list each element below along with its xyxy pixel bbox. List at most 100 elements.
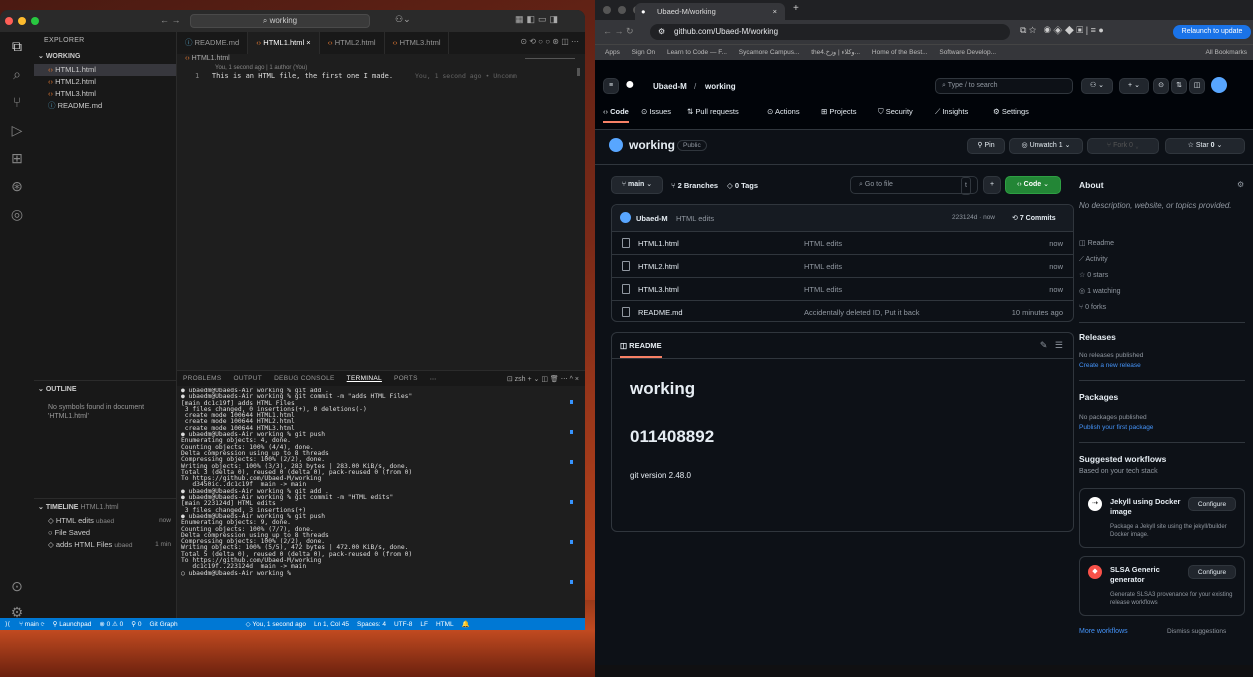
nav-arrows-icon[interactable]: ← → — [160, 15, 181, 25]
extension-icons[interactable]: ⧉ ☆ ◉ ◈ ◆ ▣ | ≡ ● — [1020, 25, 1104, 36]
stars-link[interactable]: ☆ 0 stars — [1079, 268, 1121, 284]
bookmark[interactable]: Learn to Code — F... — [667, 49, 727, 56]
timeline-item[interactable]: ○ File Saved — [34, 527, 177, 539]
tab-html1[interactable]: ‹› HTML1.html × — [248, 32, 320, 54]
launchpad-button[interactable]: ⚲ Launchpad — [49, 620, 96, 628]
inbox-icon[interactable]: ◫ — [1189, 78, 1205, 94]
close-icon[interactable]: × — [773, 3, 777, 20]
files-icon[interactable]: ⧉ — [0, 32, 34, 60]
tab-projects[interactable]: ⊞ Projects — [821, 107, 856, 116]
readme-link[interactable]: ◫ Readme — [1079, 236, 1121, 252]
encoding[interactable]: UTF-8 — [390, 621, 416, 628]
bookmark[interactable]: Sycamore Campus... — [739, 49, 800, 56]
terminal-actions[interactable]: ⊡ zsh + ⌄ ◫ 🗑 ⋯ ^ × — [507, 375, 579, 383]
add-file-button[interactable]: + — [983, 176, 1001, 194]
outline-header[interactable]: ⌄ OUTLINE — [34, 383, 177, 397]
pin-button[interactable]: ⚲ Pin — [967, 138, 1005, 154]
commits-link[interactable]: ⟲ 7 Commits — [1012, 214, 1056, 222]
command-center-search[interactable]: ⌕ working — [190, 14, 370, 28]
blame-status[interactable]: ◇ You, 1 second ago — [242, 620, 310, 628]
editor-actions-icons[interactable]: ⊙ ⟲ ○ ○ ⊛ ◫ ⋯ — [520, 37, 579, 46]
tab-code[interactable]: ‹› Code — [603, 107, 629, 123]
back-forward-reload[interactable]: ← → ↻ — [603, 26, 634, 37]
tab-settings[interactable]: ⚙ Settings — [993, 107, 1029, 116]
tab-terminal[interactable]: TERMINAL — [341, 375, 388, 382]
tab-html3[interactable]: ‹› HTML3.html — [385, 32, 450, 54]
commit-hash[interactable]: 223124d · now — [952, 214, 995, 221]
remote-indicator[interactable]: ⟩⟨ — [0, 620, 15, 628]
tags-link[interactable]: ◇ 0 Tags — [727, 181, 758, 190]
tab-actions[interactable]: ⊙ Actions — [767, 107, 800, 116]
file-item[interactable]: ‹› HTML1.html — [34, 64, 176, 76]
more-workflows-link[interactable]: More workflows — [1079, 628, 1128, 635]
timeline-item[interactable]: ◇ adds HTML Files ubaed 1 min — [34, 539, 177, 551]
unwatch-button[interactable]: ◎ Unwatch 1 ⌄ — [1009, 138, 1083, 154]
breadcrumb[interactable]: ‹› HTML1.html — [185, 55, 230, 62]
dismiss-suggestions-link[interactable]: Dismiss suggestions — [1167, 628, 1226, 635]
file-item[interactable]: ⓘ README.md — [34, 100, 176, 112]
avatar[interactable] — [1211, 77, 1227, 93]
browser-tab[interactable]: ● Ubaed-M/working × — [635, 3, 785, 20]
table-row[interactable]: HTML3.html HTML edits now — [612, 277, 1073, 300]
repo-owner-link[interactable]: Ubaed-M — [653, 82, 687, 91]
branches-link[interactable]: ⑂ 2 Branches — [671, 181, 718, 190]
gear-icon[interactable]: ⚙ — [1237, 180, 1244, 189]
source-control-icon[interactable]: ⑂ — [0, 88, 34, 116]
bookmark[interactable]: Software Develop... — [939, 49, 996, 56]
code-button[interactable]: ‹› Code ⌄ — [1005, 176, 1061, 194]
close-window-button[interactable] — [5, 17, 13, 25]
close-window-button[interactable] — [603, 6, 611, 14]
indentation[interactable]: Spaces: 4 — [353, 621, 390, 628]
configure-button[interactable]: Configure — [1188, 565, 1236, 579]
remote-icon[interactable]: ⊛ — [0, 172, 34, 200]
language-mode[interactable]: HTML — [432, 621, 458, 628]
bookmark-apps[interactable]: Apps — [605, 49, 620, 56]
copilot-button[interactable]: ⚇ ⌄ — [1081, 78, 1113, 94]
bookmark[interactable]: the4.وكلاء | وزخ... — [811, 49, 860, 56]
run-debug-icon[interactable]: ▷ — [0, 116, 34, 144]
activity-link[interactable]: ⟋ Activity — [1079, 252, 1121, 268]
zoom-window-button[interactable] — [31, 17, 39, 25]
url-field[interactable]: ⚙ github.com/Ubaed-M/working — [650, 24, 1010, 40]
branch-indicator[interactable]: ⑂ main ⟳ — [15, 621, 49, 628]
gitlens-icon[interactable]: ◎ — [0, 200, 34, 228]
tab-insights[interactable]: ⟋ Insights — [935, 107, 968, 117]
table-row[interactable]: HTML2.html HTML edits now — [612, 254, 1073, 277]
configure-button[interactable]: Configure — [1188, 497, 1236, 511]
bookmark[interactable]: Home of the Best... — [872, 49, 928, 56]
create-new-button[interactable]: + ⌄ — [1119, 78, 1149, 94]
bookmark[interactable]: Sign On — [632, 49, 656, 56]
file-item[interactable]: ‹› HTML3.html — [34, 88, 176, 100]
more-icon[interactable]: ⋯ — [424, 375, 443, 383]
tab-ports[interactable]: PORTS — [388, 375, 424, 382]
table-row[interactable]: HTML1.html HTML edits now — [612, 231, 1073, 254]
tab-pull-requests[interactable]: ⇅ Pull requests — [687, 107, 739, 116]
extensions-icon[interactable]: ⊞ — [0, 144, 34, 172]
timeline-item[interactable]: ◇ HTML edits ubaed now — [34, 515, 177, 527]
code-line[interactable]: 1 This is an HTML file, the first one I … — [195, 72, 393, 80]
account-icon[interactable]: ⊙ — [0, 572, 34, 600]
close-icon[interactable]: × — [306, 38, 310, 47]
file-item[interactable]: ‹› HTML2.html — [34, 76, 176, 88]
tab-html2[interactable]: ‹› HTML2.html — [320, 32, 385, 54]
fork-button[interactable]: ⑂ Fork 0 ⌄ — [1087, 138, 1159, 154]
menu-button[interactable]: ≡ — [603, 78, 619, 94]
commit-message[interactable]: HTML edits — [676, 214, 714, 223]
repo-name-link[interactable]: working — [705, 82, 736, 91]
minimize-window-button[interactable] — [618, 6, 627, 14]
editor-scrollbar[interactable] — [577, 68, 580, 76]
folder-header[interactable]: ⌄ WORKING — [34, 50, 176, 64]
commit-author[interactable]: Ubaed-M — [636, 214, 668, 223]
terminal-output[interactable]: ● ubaedm@Ubaeds-Air working % git add . … — [181, 388, 576, 624]
tab-readme[interactable]: ⓘ README.md — [177, 32, 249, 54]
all-bookmarks[interactable]: All Bookmarks — [1205, 45, 1247, 60]
branch-select[interactable]: ⑂ main ⌄ — [611, 176, 663, 194]
go-to-file-input[interactable]: ⌕ Go to file t — [850, 176, 978, 195]
star-button[interactable]: ☆ Star 0 ⌄ — [1165, 138, 1245, 154]
bell-icon[interactable]: 🔔 — [458, 620, 474, 628]
search-icon[interactable]: ⌕ — [0, 60, 34, 88]
codelens-blame[interactable]: You, 1 second ago | 1 author (You) — [215, 65, 307, 71]
cursor-position[interactable]: Ln 1, Col 45 — [310, 621, 353, 628]
tab-output[interactable]: OUTPUT — [228, 375, 269, 382]
edit-icon[interactable]: ✎ ☰ — [1040, 340, 1063, 351]
